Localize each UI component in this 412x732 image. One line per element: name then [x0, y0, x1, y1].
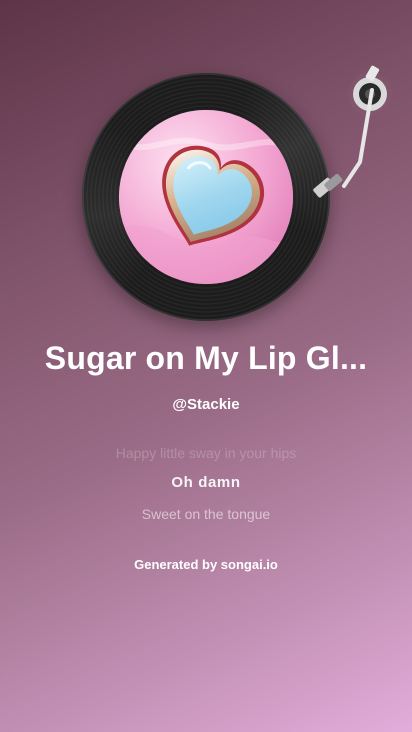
song-title: Sugar on My Lip Gl...: [44, 340, 368, 376]
generated-by-credit[interactable]: Generated by songai.io: [0, 557, 412, 572]
lyric-current-line: Oh damn: [171, 474, 241, 491]
player-screen: Sugar on My Lip Gl... @Stackie Happy lit…: [0, 0, 412, 732]
lyric-previous-line: Happy little sway in your hips: [115, 445, 297, 461]
pink-heart-cover-icon: [119, 110, 293, 284]
artist-handle[interactable]: @Stackie: [0, 396, 412, 413]
tonearm-icon[interactable]: [300, 60, 400, 220]
lyric-next-line: Sweet on the tongue: [141, 506, 271, 522]
vinyl-record-icon[interactable]: [82, 73, 330, 321]
cover-art: [119, 110, 293, 284]
